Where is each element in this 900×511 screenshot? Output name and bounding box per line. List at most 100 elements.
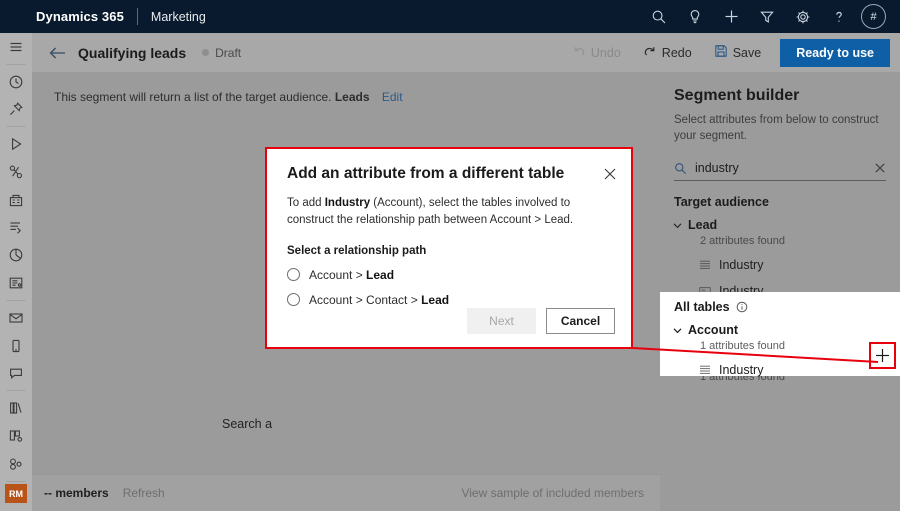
tree-node-account[interactable]: Account (660, 323, 900, 337)
radio-button-icon[interactable] (287, 293, 300, 306)
clear-search-icon[interactable] (874, 162, 886, 174)
canvas-search-placeholder: Search a (222, 417, 272, 431)
hamburger-icon[interactable] (0, 33, 32, 61)
radio-option-label: Account > Contact > Lead (309, 293, 449, 307)
attribute-search-field[interactable]: industry (674, 156, 886, 181)
rail-divider (6, 481, 26, 482)
segment-description-entity: Leads (335, 90, 370, 104)
dialog-subheader: Select a relationship path (287, 245, 631, 257)
chevron-down-icon (672, 325, 686, 336)
templates-icon[interactable] (0, 422, 32, 450)
undo-icon (572, 44, 586, 61)
close-icon[interactable] (603, 167, 617, 181)
attribute-label: Industry (719, 363, 763, 377)
pin-icon[interactable] (0, 95, 32, 123)
left-navigation-rail: RM (0, 33, 32, 511)
back-arrow-icon[interactable] (46, 41, 70, 65)
segments-icon[interactable] (0, 158, 32, 186)
radio-option-label: Account > Lead (309, 268, 394, 282)
lightbulb-icon[interactable] (677, 0, 713, 33)
rail-divider (6, 64, 26, 65)
attribute-row-lead-industry-optionset[interactable]: Industry (660, 256, 900, 273)
rail-divider (6, 390, 26, 391)
add-attribute-dialog: Add an attribute from a different table … (265, 147, 633, 349)
undo-button[interactable]: Undo (561, 33, 632, 72)
target-audience-header: Target audience (674, 195, 900, 209)
radio-button-icon[interactable] (287, 268, 300, 281)
info-icon[interactable] (736, 301, 748, 313)
status-badge: Draft (215, 46, 241, 60)
radio-option-prefix: Account > (309, 268, 366, 282)
segment-builder-panel: Segment builder Select attributes from b… (660, 73, 900, 511)
search-icon (674, 162, 687, 175)
chevron-down-icon (672, 220, 686, 231)
save-label: Save (733, 46, 762, 60)
dialog-actions: Next Cancel (467, 308, 615, 334)
all-tables-header-row: All tables (674, 300, 900, 314)
lead-scoring-icon[interactable] (0, 214, 32, 242)
all-tables-highlight-block: All tables Account 1 attributes found (660, 292, 900, 376)
ready-to-use-button[interactable]: Ready to use (780, 39, 890, 67)
attribute-row-account-industry[interactable]: Industry (660, 361, 900, 378)
subscription-icon[interactable] (0, 186, 32, 214)
email-icon[interactable] (0, 304, 32, 332)
forms-icon[interactable] (0, 269, 32, 297)
analytics-icon[interactable] (0, 241, 32, 269)
save-icon (714, 44, 728, 61)
optionset-icon (699, 364, 711, 376)
cancel-button[interactable]: Cancel (546, 308, 615, 334)
app-root: Dynamics 365 Marketing (0, 0, 900, 511)
gear-icon[interactable] (785, 0, 821, 33)
optionset-icon (699, 259, 711, 271)
top-nav-actions: # (641, 0, 900, 33)
user-avatar[interactable]: # (861, 4, 886, 29)
radio-option-prefix: Account > Contact > (309, 293, 421, 307)
rail-user-avatar[interactable]: RM (5, 484, 27, 503)
dialog-body-text: To add Industry (Account), select the ta… (287, 195, 607, 230)
tree-node-label: Account (688, 323, 738, 337)
brand-label: Dynamics 365 (36, 9, 124, 24)
segment-description: This segment will return a list of the t… (54, 90, 403, 104)
edit-link[interactable]: Edit (382, 90, 403, 104)
filter-icon[interactable] (749, 0, 785, 33)
top-navigation-bar: Dynamics 365 Marketing (0, 0, 900, 33)
redo-label: Redo (662, 46, 692, 60)
radio-option-account-lead[interactable]: Account > Lead (287, 268, 631, 282)
radio-option-account-contact-lead[interactable]: Account > Contact > Lead (287, 293, 631, 307)
dialog-body-bold: Industry (325, 197, 370, 209)
radio-option-bold: Lead (421, 293, 449, 307)
search-input[interactable]: industry (695, 161, 874, 175)
view-sample-button[interactable]: View sample of included members (461, 486, 644, 500)
tree-node-lead[interactable]: Lead (660, 218, 900, 232)
tree-node-label: Lead (688, 218, 717, 232)
refresh-button[interactable]: Refresh (123, 486, 165, 500)
save-button[interactable]: Save (703, 33, 773, 72)
command-bar: Qualifying leads Draft Undo Redo (32, 33, 900, 73)
question-icon[interactable] (821, 0, 857, 33)
all-tables-header: All tables (674, 300, 730, 314)
next-button[interactable]: Next (467, 308, 536, 334)
add-attribute-highlight-box (869, 342, 896, 369)
plus-icon[interactable] (713, 0, 749, 33)
segment-description-prefix: This segment will return a list of the t… (54, 90, 331, 104)
radio-option-bold: Lead (366, 268, 394, 282)
attribute-label: Industry (719, 258, 763, 272)
segment-builder-title: Segment builder (674, 87, 900, 105)
brand-divider (137, 8, 138, 25)
rail-divider (6, 300, 26, 301)
recent-icon[interactable] (0, 68, 32, 96)
library-icon[interactable] (0, 394, 32, 422)
dialog-body-part1: To add (287, 197, 325, 209)
members-count-label: -- members (44, 486, 109, 500)
search-icon[interactable] (641, 0, 677, 33)
status-dot-icon (202, 49, 209, 56)
redo-button[interactable]: Redo (632, 33, 703, 72)
redo-icon (643, 44, 657, 61)
segments-group-icon[interactable] (0, 450, 32, 478)
chat-icon[interactable] (0, 359, 32, 387)
dialog-title: Add an attribute from a different table (287, 165, 631, 183)
segment-builder-subtitle: Select attributes from below to construc… (674, 113, 886, 144)
play-icon[interactable] (0, 130, 32, 158)
tree-node-meta: 2 attributes found (700, 235, 900, 247)
mobile-icon[interactable] (0, 332, 32, 360)
